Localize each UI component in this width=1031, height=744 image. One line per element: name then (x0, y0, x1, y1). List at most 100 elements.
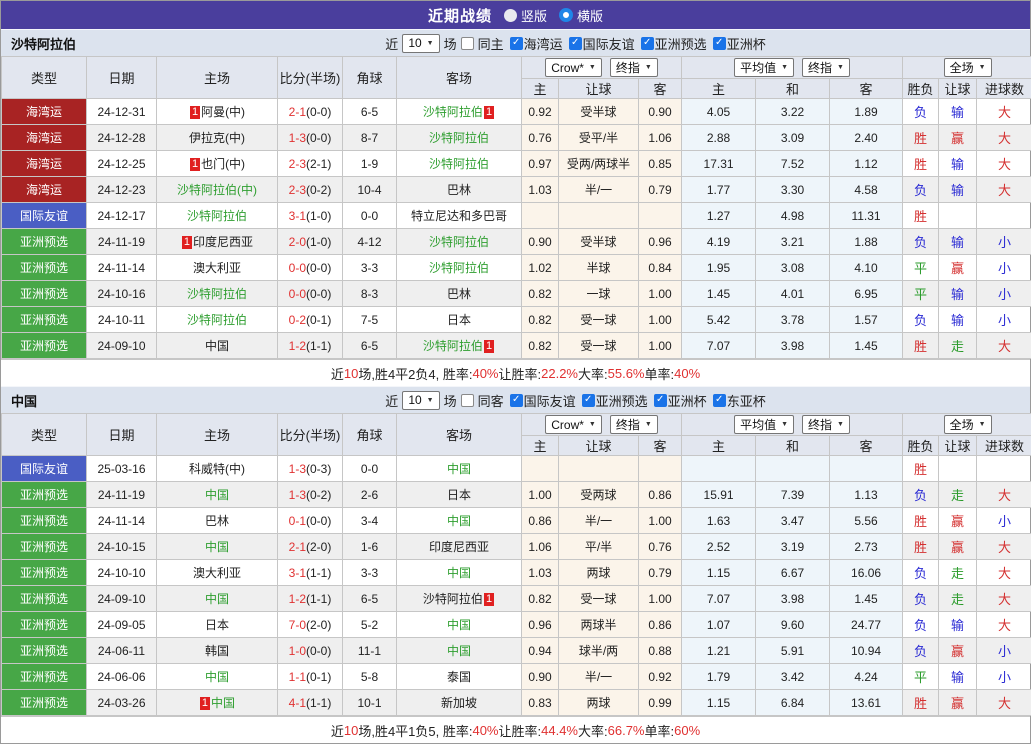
team-label: 中国 (211, 696, 235, 710)
match-score: 1-2(1-1) (278, 586, 343, 612)
avg-away-odds: 2.40 (830, 125, 903, 151)
avg-away-odds: 1.12 (830, 151, 903, 177)
layout-horizontal-option[interactable]: 横版 (559, 6, 603, 25)
match-date: 24-12-17 (87, 203, 157, 229)
handicap-away-odds: 0.92 (639, 664, 682, 690)
result-group-header: 全场▼ (903, 57, 1031, 79)
col-corner: 角球 (343, 57, 397, 99)
handicap-line: 受一球 (559, 586, 639, 612)
avg-home-odds: 2.52 (682, 534, 756, 560)
average-time-select[interactable]: 终指▼ (802, 58, 850, 77)
match-date: 25-03-16 (87, 456, 157, 482)
corner-count: 1-6 (343, 534, 397, 560)
match-count-select[interactable]: 10 ▼ (402, 34, 439, 53)
sub-col-let-away: 客 (639, 436, 682, 456)
radio-checked-icon[interactable] (559, 8, 573, 22)
team-label: 阿曼(中) (201, 105, 245, 119)
avg-home-odds: 7.07 (682, 586, 756, 612)
away-team: 印度尼西亚 (397, 534, 522, 560)
result-handicap: 赢 (939, 125, 977, 151)
league-filter[interactable]: 国际友谊 (510, 391, 576, 410)
same-venue-checkbox[interactable] (461, 37, 474, 50)
match-score: 1-0(0-0) (278, 638, 343, 664)
league-filter[interactable]: 亚洲杯 (713, 34, 766, 53)
match-type-badge: 海湾运 (2, 125, 87, 151)
match-score: 7-0(2-0) (278, 612, 343, 638)
handicap-time-select[interactable]: 终指▼ (610, 58, 658, 77)
league-checkbox[interactable] (569, 37, 582, 50)
avg-away-odds: 4.24 (830, 664, 903, 690)
league-checkbox[interactable] (713, 394, 726, 407)
match-row: 国际友谊 25-03-16 科威特(中) 1-3(0-3) 0-0 中国 胜 (2, 456, 1031, 482)
handicap-away-odds: 0.79 (639, 177, 682, 203)
result-handicap: 走 (939, 560, 977, 586)
league-checkbox[interactable] (510, 394, 523, 407)
period-select[interactable]: 全场▼ (944, 58, 992, 77)
same-venue-checkbox[interactable] (461, 394, 474, 407)
team-label: 日本 (205, 618, 229, 632)
odds-source-select[interactable]: Crow*▼ (545, 58, 602, 77)
match-row: 海湾运 24-12-31 1阿曼(中) 2-1(0-0) 6-5 沙特阿拉伯1 … (2, 99, 1031, 125)
away-team: 巴林 (397, 281, 522, 307)
summary-segment: 单率: (645, 364, 675, 383)
layout-vertical-option[interactable]: 竖版 (504, 6, 547, 25)
match-type-badge: 亚洲预选 (2, 281, 87, 307)
league-checkbox[interactable] (654, 394, 667, 407)
team-label: 沙特阿拉伯 (429, 261, 489, 275)
handicap-home-odds: 0.82 (522, 307, 559, 333)
odds-source-select[interactable]: Crow*▼ (545, 415, 602, 434)
league-label: 国际友谊 (583, 34, 635, 53)
match-row: 亚洲预选 24-09-10 中国 1-2(1-1) 6-5 沙特阿拉伯1 0.8… (2, 333, 1031, 359)
avg-home-odds: 1.63 (682, 508, 756, 534)
match-score: 0-0(0-0) (278, 281, 343, 307)
league-checkbox[interactable] (510, 37, 523, 50)
near-label: 近 (385, 391, 398, 410)
result-goals (977, 203, 1031, 229)
league-checkbox[interactable] (713, 37, 726, 50)
league-filter[interactable]: 国际友谊 (569, 34, 635, 53)
handicap-home-odds: 1.02 (522, 255, 559, 281)
team-label: 特立尼达和多巴哥 (411, 209, 507, 223)
match-score: 0-2(0-1) (278, 307, 343, 333)
result-wdl: 平 (903, 664, 939, 690)
sub-col-wdl: 胜负 (903, 436, 939, 456)
team-label: 韩国 (205, 644, 229, 658)
radio-unchecked-icon[interactable] (504, 9, 517, 22)
team-section: 沙特阿拉伯 近 10 ▼ 场 同主 海湾运国际友谊亚洲预选亚洲杯 (1, 29, 1030, 386)
average-select[interactable]: 平均值▼ (734, 415, 794, 434)
summary-segment: 40% (472, 723, 498, 738)
league-checkbox[interactable] (582, 394, 595, 407)
team-label: 日本 (447, 313, 471, 327)
league-checkbox[interactable] (641, 37, 654, 50)
summary-segment: 40% (472, 366, 498, 381)
handicap-away-odds: 1.06 (639, 125, 682, 151)
average-time-select[interactable]: 终指▼ (802, 415, 850, 434)
period-select[interactable]: 全场▼ (944, 415, 992, 434)
handicap-time-select[interactable]: 终指▼ (610, 415, 658, 434)
col-date: 日期 (87, 57, 157, 99)
league-filter[interactable]: 亚洲预选 (582, 391, 648, 410)
handicap-home-odds: 0.76 (522, 125, 559, 151)
average-select[interactable]: 平均值▼ (734, 58, 794, 77)
match-count-select[interactable]: 10 ▼ (402, 391, 439, 410)
avg-draw-odds: 3.21 (756, 229, 830, 255)
team-label: 印度尼西亚 (429, 540, 489, 554)
summary-segment: 让胜率: (499, 721, 542, 740)
avg-home-odds: 1.45 (682, 281, 756, 307)
summary-segment: 近 (331, 364, 344, 383)
league-filter[interactable]: 海湾运 (510, 34, 563, 53)
avg-home-odds: 4.05 (682, 99, 756, 125)
sub-col-avg-draw: 和 (756, 79, 830, 99)
league-filter[interactable]: 东亚杯 (713, 391, 766, 410)
result-handicap: 输 (939, 612, 977, 638)
corner-count: 3-3 (343, 255, 397, 281)
chevron-down-icon: ▼ (645, 64, 652, 71)
result-goals: 小 (977, 638, 1031, 664)
avg-draw-odds: 6.67 (756, 560, 830, 586)
result-goals: 小 (977, 281, 1031, 307)
league-filter[interactable]: 亚洲预选 (641, 34, 707, 53)
league-filter[interactable]: 亚洲杯 (654, 391, 707, 410)
avg-away-odds: 6.95 (830, 281, 903, 307)
home-team: 沙特阿拉伯(中) (157, 177, 278, 203)
red-1-badge: 1 (484, 106, 494, 119)
